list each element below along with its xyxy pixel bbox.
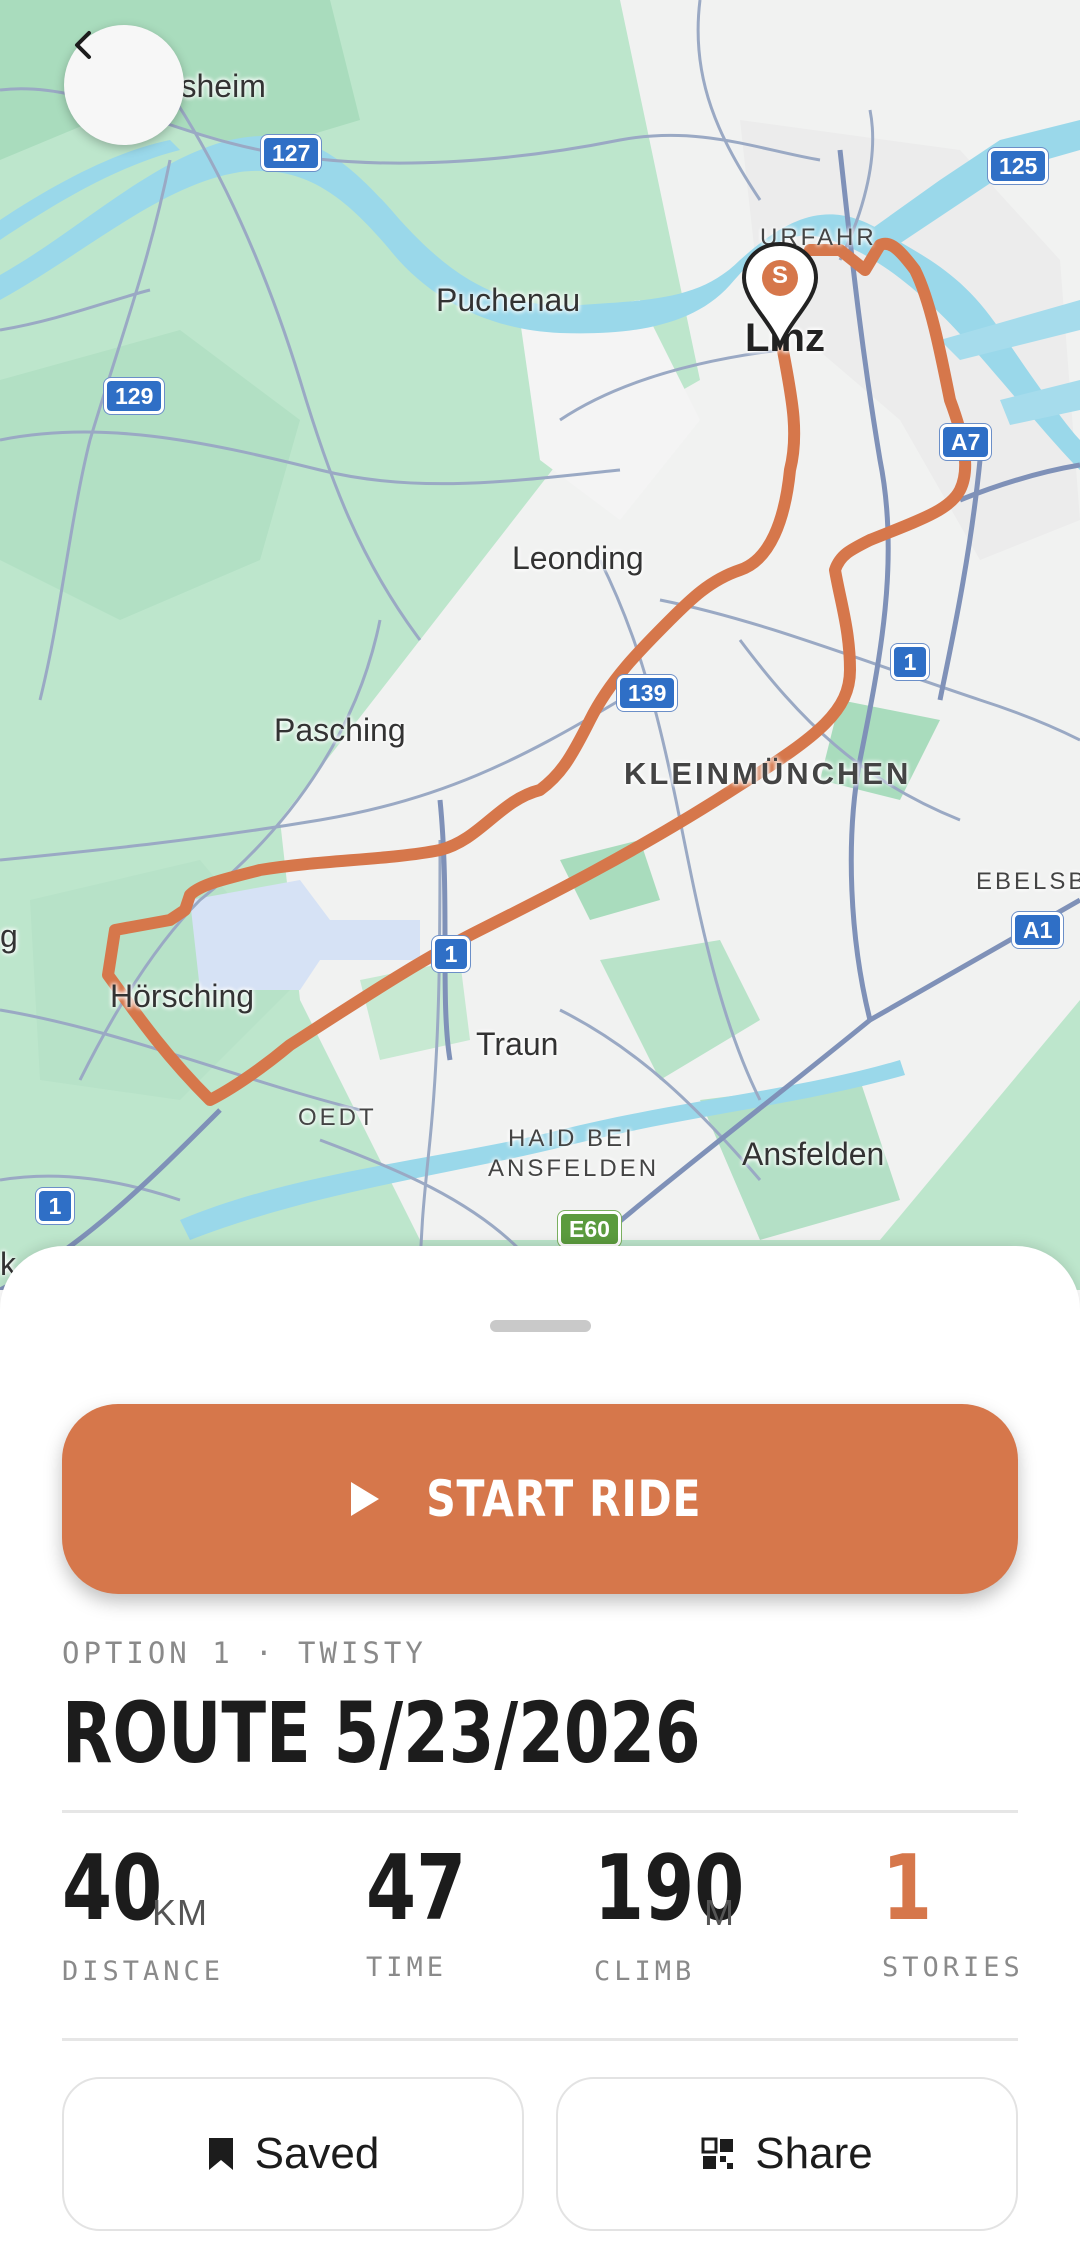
route-title: ROUTE 5/23/2026 xyxy=(62,1684,701,1782)
road-shield-e60: E60 xyxy=(558,1211,621,1247)
saved-button[interactable]: Saved xyxy=(62,2077,524,2231)
road-shield-a1: A1 xyxy=(1012,912,1064,948)
road-shield-a7: A7 xyxy=(940,424,992,460)
map-label-haid-line1: HAID BEI xyxy=(508,1125,635,1152)
bookmark-icon xyxy=(208,2138,233,2170)
saved-button-label: Saved xyxy=(254,2129,380,2178)
climb-unit: M xyxy=(704,1892,735,1933)
distance-label: DISTANCE xyxy=(62,1956,225,1987)
time-value: 47 xyxy=(366,1836,467,1941)
distance-value: 40 xyxy=(62,1836,163,1941)
chevron-left-icon xyxy=(75,31,91,59)
route-option-label: OPTION 1 · TWISTY xyxy=(62,1636,427,1670)
road-shield-1-west: 1 xyxy=(36,1188,74,1224)
map-label-ebelsberg: EBELSB xyxy=(976,868,1080,895)
road-shield-127: 127 xyxy=(261,135,322,171)
road-shield-129: 129 xyxy=(104,378,165,414)
stories-label: STORIES xyxy=(882,1952,1024,1983)
road-shield-139: 139 xyxy=(617,675,678,711)
map-label-kleinmuenchen: KLEINMÜNCHEN xyxy=(624,756,912,791)
stat-stories[interactable]: 1 STORIES xyxy=(882,1836,1020,1984)
distance-unit: KM xyxy=(152,1892,208,1933)
road-shield-1-east: 1 xyxy=(891,644,929,680)
stat-climb: 190 M CLIMB xyxy=(594,1844,782,1988)
divider xyxy=(62,1810,1018,1813)
map-label-edge-g: g xyxy=(0,918,18,954)
play-icon xyxy=(351,1482,380,1516)
map-label-traun: Traun xyxy=(476,1026,559,1062)
start-ride-label: START RIDE xyxy=(426,1470,702,1528)
route-map[interactable]: tensheim Puchenau URFAHR Linz Leonding P… xyxy=(0,0,1080,1290)
climb-label: CLIMB xyxy=(594,1956,696,1987)
stories-value: 1 xyxy=(882,1836,933,1941)
stat-distance: 40 KM DISTANCE xyxy=(62,1836,220,1988)
road-shield-1-mid: 1 xyxy=(432,936,470,972)
share-button[interactable]: Share xyxy=(556,2077,1018,2231)
stat-time: 47 TIME xyxy=(366,1836,491,1984)
map-label-oedt: OEDT xyxy=(298,1104,377,1131)
route-bottom-sheet: START RIDE OPTION 1 · TWISTY ROUTE 5/23/… xyxy=(0,1246,1080,2266)
road-shield-125: 125 xyxy=(988,148,1049,184)
time-label: TIME xyxy=(366,1952,448,1983)
start-marker-letter: S xyxy=(771,262,788,289)
start-ride-button[interactable]: START RIDE xyxy=(62,1404,1018,1594)
back-button[interactable] xyxy=(64,25,184,145)
map-label-ansfelden: Ansfelden xyxy=(742,1136,885,1172)
map-label-hoersching: Hörsching xyxy=(110,978,255,1014)
map-label-haid-line2: ANSFELDEN xyxy=(488,1155,660,1182)
share-button-label: Share xyxy=(755,2129,873,2178)
map-label-pasching: Pasching xyxy=(274,712,406,748)
map-label-puchenau: Puchenau xyxy=(436,282,581,318)
route-start-marker[interactable]: S xyxy=(740,240,820,350)
map-label-leonding: Leonding xyxy=(512,540,644,576)
qr-code-icon xyxy=(701,2137,734,2169)
divider xyxy=(62,2038,1018,2041)
sheet-drag-handle[interactable] xyxy=(490,1320,591,1332)
